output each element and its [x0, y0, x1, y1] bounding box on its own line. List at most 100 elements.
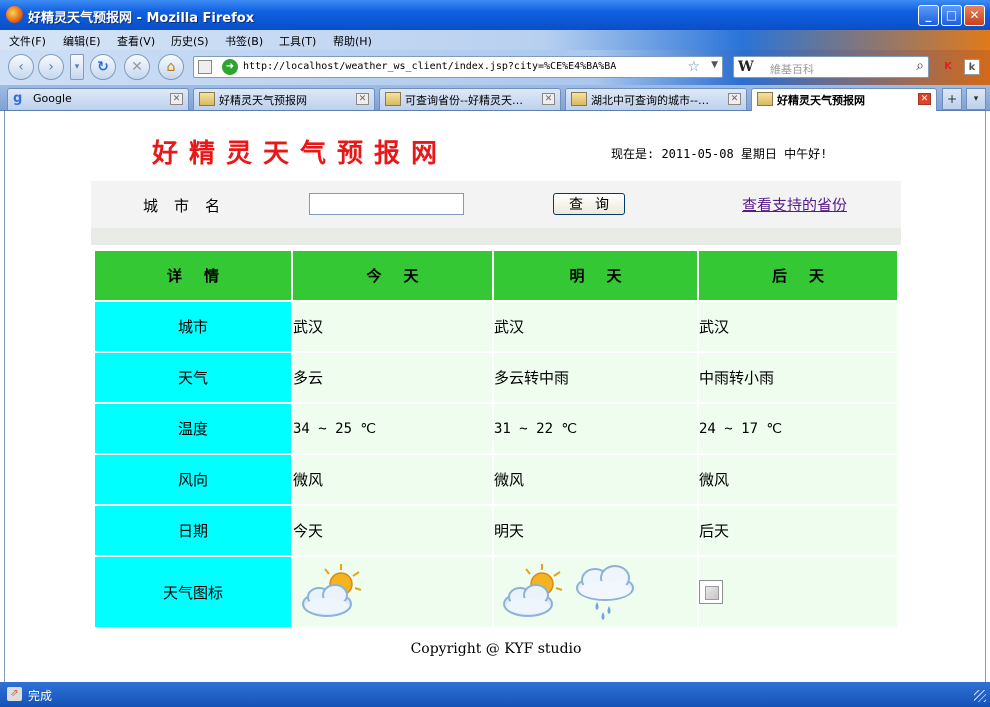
- page-viewport: 好精灵天气预报网 现在是: 2011-05-08 星期日 中午好! 城市名 查询…: [4, 111, 986, 682]
- search-panel-strip: [91, 228, 901, 245]
- new-tab-icon[interactable]: +: [942, 88, 962, 110]
- maximize-button[interactable]: □: [941, 5, 962, 26]
- header-day-after: 后天: [699, 251, 897, 300]
- tab-google[interactable]: g Google ✕: [7, 88, 189, 110]
- table-row: 天气 多云 多云转中雨 中雨转小雨: [95, 353, 897, 402]
- cell-weather-today: 多云: [293, 353, 492, 402]
- table-row: 温度 34 ~ 25 ℃ 31 ~ 22 ℃ 24 ~ 17 ℃: [95, 404, 897, 453]
- page-favicon-icon: [199, 92, 215, 106]
- tab-close-icon[interactable]: ✕: [918, 93, 931, 105]
- menu-file[interactable]: 文件(F): [9, 33, 46, 49]
- search-placeholder[interactable]: 維基百科: [770, 61, 814, 77]
- forward-icon[interactable]: ›: [38, 54, 64, 80]
- status-bar: ⇗ 完成: [0, 682, 990, 707]
- cell-city-day-after: 武汉: [699, 302, 897, 351]
- menu-help[interactable]: 帮助(H): [333, 33, 372, 49]
- history-dropdown-icon[interactable]: ▾: [70, 54, 84, 80]
- identity-icon[interactable]: ➜: [222, 59, 238, 75]
- window-titlebar[interactable]: 好精灵天气预报网 - Mozilla Firefox _ □ ✕: [0, 0, 990, 30]
- table-row: 日期 今天 明天 后天: [95, 506, 897, 555]
- search-bar[interactable]: W 維基百科 ⌕: [733, 56, 929, 78]
- status-icon: ⇗: [7, 687, 22, 701]
- minimize-button[interactable]: _: [918, 5, 939, 26]
- city-label: 城市名: [143, 197, 237, 215]
- tab-weather-active[interactable]: 好精灵天气预报网 ✕: [751, 88, 937, 111]
- table-row: 风向 微风 微风 微风: [95, 455, 897, 504]
- url-dropdown-icon[interactable]: ▼: [711, 60, 718, 70]
- tab-close-icon[interactable]: ✕: [170, 93, 183, 105]
- cell-wind-today: 微风: [293, 455, 492, 504]
- reload-icon[interactable]: ↻: [90, 54, 116, 80]
- menubar: 文件(F) 编辑(E) 查看(V) 历史(S) 书签(B) 工具(T) 帮助(H…: [0, 30, 990, 50]
- broken-image-icon: [699, 580, 723, 604]
- resize-grip-icon[interactable]: [974, 690, 986, 702]
- addon-k-icon[interactable]: k: [964, 59, 980, 75]
- wikipedia-engine-icon[interactable]: W: [738, 59, 754, 75]
- row-label-icon: 天气图标: [95, 557, 291, 627]
- url-bar[interactable]: ➜ http://localhost/weather_ws_client/ind…: [193, 56, 723, 78]
- table-row: 城市 武汉 武汉 武汉: [95, 302, 897, 351]
- menu-history[interactable]: 历史(S): [171, 33, 209, 49]
- query-button[interactable]: 查询: [553, 193, 625, 215]
- tab-close-icon[interactable]: ✕: [728, 93, 741, 105]
- cell-city-today: 武汉: [293, 302, 492, 351]
- stop-icon[interactable]: ✕: [124, 54, 150, 80]
- site-title: 好精灵天气预报网: [152, 139, 449, 169]
- menu-bookmarks[interactable]: 书签(B): [225, 33, 263, 49]
- tab-label: 好精灵天气预报网: [777, 94, 865, 107]
- cell-temp-day-after: 24 ~ 17 ℃: [699, 404, 897, 453]
- cell-temp-today: 34 ~ 25 ℃: [293, 404, 492, 453]
- tab-hubei-cities[interactable]: 湖北中可查询的城市--… ✕: [565, 88, 747, 110]
- partly-cloudy-icon: [302, 564, 362, 617]
- weather-table: 详情 今天 明天 后天 城市 武汉 武汉 武汉 天气 多云 多云转中雨 中雨转小…: [93, 249, 899, 629]
- row-label-weather: 天气: [95, 353, 291, 402]
- cell-icon-day-after: [699, 557, 897, 627]
- tab-list-icon[interactable]: ▾: [966, 88, 986, 110]
- site-favicon-icon: [198, 60, 212, 74]
- back-icon[interactable]: ‹: [8, 54, 34, 80]
- cell-wind-tomorrow: 微风: [494, 455, 697, 504]
- cell-icon-tomorrow: [494, 557, 697, 627]
- header-tomorrow: 明天: [494, 251, 697, 300]
- tab-close-icon[interactable]: ✕: [356, 93, 369, 105]
- page-favicon-icon: [757, 92, 773, 106]
- google-favicon-icon: g: [13, 91, 23, 106]
- navigation-toolbar: ‹ › ▾ ↻ ✕ ⌂ ➜ http://localhost/weather_w…: [0, 50, 990, 85]
- page-favicon-icon: [571, 92, 587, 106]
- cell-temp-tomorrow: 31 ~ 22 ℃: [494, 404, 697, 453]
- menu-edit[interactable]: 编辑(E): [63, 33, 101, 49]
- search-icon[interactable]: ⌕: [916, 58, 924, 74]
- tab-weather-home[interactable]: 好精灵天气预报网 ✕: [193, 88, 375, 110]
- url-text[interactable]: http://localhost/weather_ws_client/index…: [243, 61, 616, 72]
- table-header-row: 详情 今天 明天 后天: [95, 251, 897, 300]
- rain-cloud-icon: [575, 565, 634, 620]
- cell-icon-today: [293, 557, 492, 627]
- close-button[interactable]: ✕: [964, 5, 985, 26]
- city-input[interactable]: [309, 193, 464, 215]
- tab-bar: g Google ✕ 好精灵天气预报网 ✕ 可查询省份--好精灵天… ✕ 湖北中…: [0, 85, 990, 111]
- bookmark-star-icon[interactable]: ☆: [687, 59, 700, 75]
- tab-label: 湖北中可查询的城市--…: [591, 94, 709, 107]
- header-details: 详情: [95, 251, 291, 300]
- addon-icon[interactable]: K: [940, 59, 956, 75]
- cell-weather-tomorrow: 多云转中雨: [494, 353, 697, 402]
- cell-date-day-after: 后天: [699, 506, 897, 555]
- page-favicon-icon: [385, 92, 401, 106]
- supported-provinces-link[interactable]: 查看支持的省份: [742, 194, 847, 215]
- tab-close-icon[interactable]: ✕: [542, 93, 555, 105]
- search-panel: 城市名 查询 查看支持的省份: [91, 181, 901, 245]
- menu-tools[interactable]: 工具(T): [279, 33, 316, 49]
- home-icon[interactable]: ⌂: [158, 54, 184, 80]
- status-text: 完成: [28, 689, 53, 703]
- row-label-date: 日期: [95, 506, 291, 555]
- cell-city-tomorrow: 武汉: [494, 302, 697, 351]
- cell-date-tomorrow: 明天: [494, 506, 697, 555]
- menu-view[interactable]: 查看(V): [117, 33, 155, 49]
- table-row: 天气图标: [95, 557, 897, 627]
- date-line: 现在是: 2011-05-08 星期日 中午好!: [611, 147, 828, 161]
- partly-cloudy-icon: [503, 564, 563, 617]
- cell-date-today: 今天: [293, 506, 492, 555]
- copyright: Copyright @ KYF studio: [410, 641, 582, 657]
- tab-provinces[interactable]: 可查询省份--好精灵天… ✕: [379, 88, 561, 110]
- cell-wind-day-after: 微风: [699, 455, 897, 504]
